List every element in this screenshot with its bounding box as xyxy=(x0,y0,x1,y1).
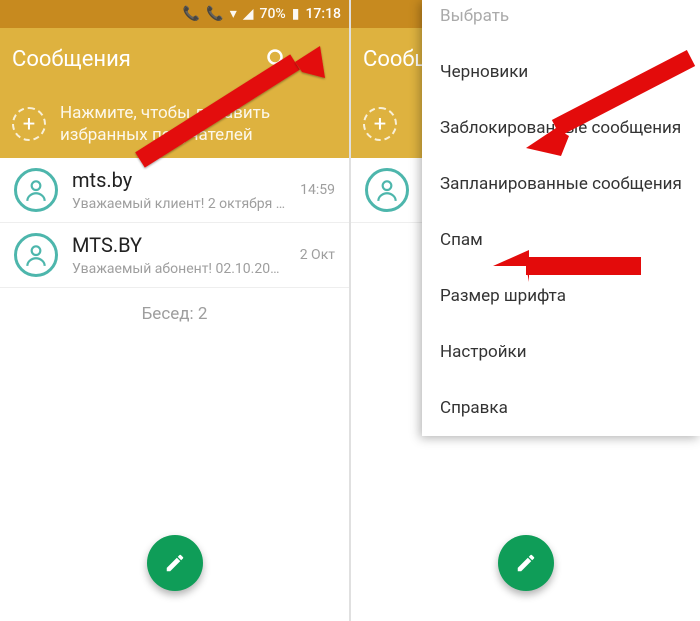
message-preview: Уважаемый абонент! 02.10.2017... xyxy=(72,261,286,277)
menu-item-fontsize[interactable]: Размер шрифта xyxy=(422,268,700,324)
status-time: 17:18 xyxy=(305,6,341,22)
overflow-button[interactable] xyxy=(297,39,337,79)
menu-item-blocked[interactable]: Заблокированные сообщения xyxy=(422,100,700,156)
avatar xyxy=(365,168,409,212)
add-favorite-icon: + xyxy=(363,107,397,141)
screen-overflow-open: 📞 📞 ▾ ◢ 70% ▮ 17:18 Сообщ + Выбрать Черн… xyxy=(349,0,700,621)
avatar xyxy=(14,168,58,212)
menu-item-help[interactable]: Справка xyxy=(422,380,700,436)
status-bar: 📞 📞 ▾ ◢ 70% ▮ 17:18 xyxy=(0,0,349,28)
message-time: 2 Окт xyxy=(300,247,335,263)
search-icon xyxy=(265,47,289,71)
message-preview: Уважаемый клиент! 2 октября в В... xyxy=(72,196,286,212)
more-vert-icon xyxy=(305,47,329,71)
screen-messages-list: 📞 📞 ▾ ◢ 70% ▮ 17:18 Сообщения + Нажмите,… xyxy=(0,0,349,621)
favorites-hint: Нажмите, чтобы добавитьизбранных получат… xyxy=(60,102,270,146)
message-list: mts.by Уважаемый клиент! 2 октября в В..… xyxy=(0,158,349,288)
menu-item-scheduled[interactable]: Запланированные сообщения xyxy=(422,156,700,212)
compose-fab[interactable] xyxy=(498,535,554,591)
appbar: Сообщения xyxy=(0,28,349,90)
app-title: Сообщения xyxy=(12,47,257,72)
search-button[interactable] xyxy=(257,39,297,79)
menu-item-settings[interactable]: Настройки xyxy=(422,324,700,380)
battery-text: 70% xyxy=(260,6,286,22)
favorites-strip[interactable]: + Нажмите, чтобы добавитьизбранных получ… xyxy=(0,90,349,158)
message-sender: MTS.BY xyxy=(72,233,286,257)
avatar xyxy=(14,233,58,277)
compose-icon xyxy=(164,552,186,574)
add-favorite-icon: + xyxy=(12,107,46,141)
person-icon xyxy=(23,242,49,268)
person-icon xyxy=(23,177,49,203)
person-icon xyxy=(374,177,400,203)
compose-icon xyxy=(515,552,537,574)
menu-item-drafts[interactable]: Черновики xyxy=(422,44,700,100)
message-row[interactable]: mts.by Уважаемый клиент! 2 октября в В..… xyxy=(0,158,349,223)
signal-icon: ◢ xyxy=(243,6,254,22)
overflow-menu: Выбрать Черновики Заблокированные сообще… xyxy=(422,0,700,436)
menu-item-select[interactable]: Выбрать xyxy=(422,0,700,44)
message-row[interactable]: MTS.BY Уважаемый абонент! 02.10.2017... … xyxy=(0,223,349,288)
compose-fab[interactable] xyxy=(147,535,203,591)
conversation-count: Бесед: 2 xyxy=(0,288,349,340)
phone-icon: 📞 xyxy=(183,6,200,22)
message-sender: mts.by xyxy=(72,168,286,192)
battery-icon: ▮ xyxy=(292,6,300,22)
wifi-icon: ▾ xyxy=(230,6,237,22)
message-time: 14:59 xyxy=(300,182,335,198)
phone-icon: 📞 xyxy=(206,6,223,22)
menu-item-spam[interactable]: Спам xyxy=(422,212,700,268)
